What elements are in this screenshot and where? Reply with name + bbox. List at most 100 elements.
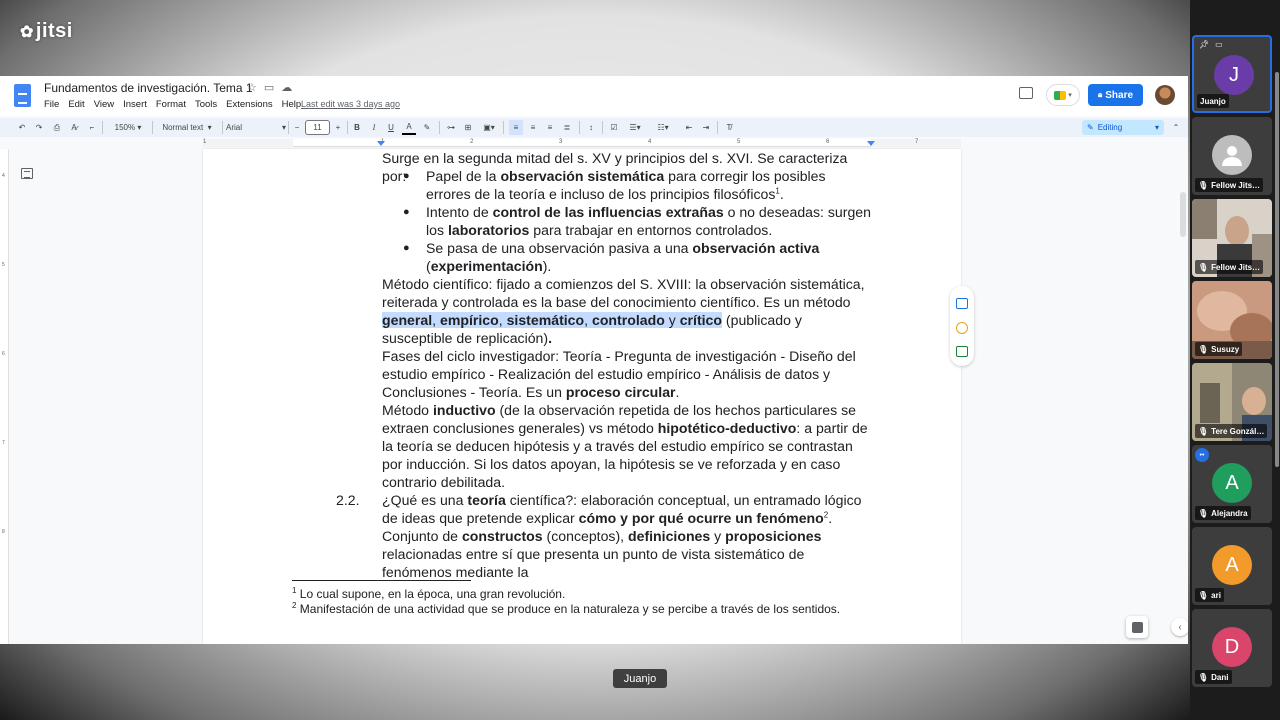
selected-text[interactable]: general, empírico, sistemático, controla… (382, 312, 722, 329)
line-spacing-icon[interactable]: ↕ (584, 120, 598, 135)
list-item: ● Se pasa de una observación pasiva a un… (403, 240, 820, 275)
decrease-font-size-icon[interactable]: − (291, 120, 303, 135)
redo-icon[interactable]: ↷ (33, 120, 45, 135)
avatar: D (1212, 627, 1252, 667)
jitsi-logo: ✿ jitsi (20, 20, 73, 42)
last-edit-link[interactable]: Last edit was 3 days ago (301, 99, 400, 109)
menu-edit[interactable]: Edit (68, 99, 84, 110)
print-icon[interactable]: ⎙ (51, 120, 63, 135)
title-icons: ☆▭☁ (247, 81, 299, 94)
document-page[interactable]: Surge en la segunda mitad del s. XV y pr… (203, 149, 961, 644)
docs-logo-icon[interactable] (14, 84, 31, 107)
clear-formatting-icon[interactable]: T̸ (722, 120, 736, 135)
bullet-dot: ● (403, 170, 410, 182)
add-comment-icon[interactable]: ⊞ (461, 120, 475, 135)
chevron-down-icon: ▾ (1068, 92, 1072, 99)
bulleted-list-icon[interactable]: ☰▾ (625, 120, 645, 135)
docs-title-bar: Fundamentos de investigación. Tema 1 ☆▭☁… (0, 76, 1188, 116)
align-right-icon[interactable]: ≡ (543, 120, 557, 135)
participant-name: 🎙︎ Dani (1195, 670, 1232, 684)
pin-icon[interactable]: 📌︎ (1199, 40, 1209, 49)
section-number: 2.2. (336, 492, 360, 508)
vruler-number: 4 (2, 173, 5, 179)
text-color-icon[interactable]: A (402, 120, 416, 135)
bold-icon[interactable]: B (351, 120, 363, 135)
menu-format[interactable]: Format (156, 99, 186, 110)
filmstrip-scrollbar[interactable] (1275, 72, 1279, 467)
menu-tools[interactable]: Tools (195, 99, 217, 110)
undo-icon[interactable]: ↶ (16, 120, 28, 135)
checklist-icon[interactable]: ☑ (607, 120, 621, 135)
vertical-ruler[interactable]: 4 5 6 7 8 (0, 149, 9, 644)
add-comment-icon[interactable] (956, 298, 968, 309)
emoji-reaction-icon[interactable] (956, 322, 968, 334)
ruler-track: 1 1 2 3 4 5 6 7 (203, 139, 961, 147)
menu-file[interactable]: File (44, 99, 59, 110)
participant-name: 🎙︎ Alejandra (1195, 506, 1251, 520)
menu-bar: File Edit View Insert Format Tools Exten… (44, 99, 301, 110)
increase-indent-icon[interactable]: ⇥ (699, 120, 713, 135)
pencil-icon: ✎ (1087, 123, 1094, 132)
participant-tile[interactable]: 🎙︎ Tere Gonzál… (1192, 363, 1272, 441)
footnote-separator (292, 580, 471, 581)
comment-history-icon[interactable] (1019, 87, 1033, 99)
participant-tile[interactable]: 🎙︎ Susuzy (1192, 281, 1272, 359)
participant-tile[interactable]: 🎙︎ Fellow Jits… (1192, 199, 1272, 277)
participant-tile[interactable]: A 🎙︎ ari (1192, 527, 1272, 605)
avatar[interactable] (1155, 85, 1175, 105)
increase-font-size-icon[interactable]: + (332, 120, 344, 135)
link-icon[interactable]: ⊶ (444, 120, 458, 135)
ruler-number: 6 (826, 139, 830, 145)
align-center-icon[interactable]: ≡ (526, 120, 540, 135)
star-icon[interactable]: ☆ (247, 82, 264, 94)
underline-icon[interactable]: U (385, 120, 397, 135)
hide-menus-icon[interactable]: ⌃ (1170, 120, 1182, 135)
participant-tile[interactable]: 🎙︎ Fellow Jits… (1192, 117, 1272, 195)
ruler-number: 7 (915, 139, 919, 145)
document-outline-icon[interactable] (21, 168, 33, 179)
side-actions (950, 286, 974, 366)
meet-button[interactable]: ▾ (1046, 84, 1080, 106)
align-left-icon[interactable]: ≡ (509, 120, 523, 135)
document-title[interactable]: Fundamentos de investigación. Tema 1 (44, 81, 253, 95)
menu-insert[interactable]: Insert (123, 99, 147, 110)
decrease-indent-icon[interactable]: ⇤ (682, 120, 696, 135)
horizontal-ruler[interactable]: 1 1 2 3 4 5 6 7 (0, 138, 1188, 148)
participant-tile[interactable]: D 🎙︎ Dani (1192, 609, 1272, 687)
suggest-edits-icon[interactable] (956, 346, 968, 357)
spellcheck-icon[interactable]: A̷ (68, 120, 80, 135)
chevron-down-icon: ▾ (1154, 123, 1159, 132)
justify-icon[interactable]: ≣ (560, 120, 574, 135)
move-folder-icon[interactable]: ▭ (264, 82, 281, 94)
participant-tile[interactable]: •• A 🎙︎ Alejandra (1192, 445, 1272, 523)
style-select[interactable]: Normal text ▾ (156, 120, 218, 135)
participant-filmstrip: 📌︎ ▭ J Juanjo 🎙︎ Fellow Jits… 🎙︎ Fellow Jit… (1190, 32, 1280, 720)
menu-extensions[interactable]: Extensions (226, 99, 272, 110)
zoom-select[interactable]: 150% ▾ (108, 120, 148, 135)
chat-icon[interactable]: ▭ (1215, 40, 1223, 49)
collapse-side-panel-button[interactable]: ‹ (1171, 618, 1188, 636)
font-select[interactable]: Arial ▾ (226, 120, 286, 135)
share-button[interactable]: 🔒︎ Share (1088, 84, 1143, 106)
participant-name: 🎙︎ Fellow Jits… (1195, 178, 1264, 192)
italic-icon[interactable]: I (368, 120, 380, 135)
font-size-input[interactable]: 11 (305, 120, 330, 135)
menu-view[interactable]: View (94, 99, 114, 110)
left-indent-marker[interactable] (377, 141, 385, 146)
right-indent-marker[interactable] (867, 141, 875, 146)
vruler-number: 6 (2, 351, 5, 357)
connection-indicator-icon[interactable]: •• (1195, 448, 1209, 462)
paint-format-icon[interactable]: ⌐ (86, 120, 98, 135)
avatar: J (1214, 55, 1254, 95)
explore-button[interactable] (1126, 616, 1148, 638)
menu-help[interactable]: Help (282, 99, 302, 110)
numbered-list-icon[interactable]: ☷▾ (653, 120, 673, 135)
participant-tile[interactable]: 📌︎ ▭ J Juanjo (1192, 35, 1272, 113)
cloud-status-icon[interactable]: ☁ (281, 82, 299, 94)
highlight-color-icon[interactable]: ✎ (421, 120, 433, 135)
scrollbar[interactable] (1180, 192, 1186, 237)
bullet-dot: ● (403, 242, 410, 254)
editing-mode-select[interactable]: ✎ Editing ▾ (1082, 120, 1164, 135)
google-docs-window: Fundamentos de investigación. Tema 1 ☆▭☁… (0, 76, 1188, 644)
insert-image-icon[interactable]: ▣▾ (480, 120, 498, 135)
